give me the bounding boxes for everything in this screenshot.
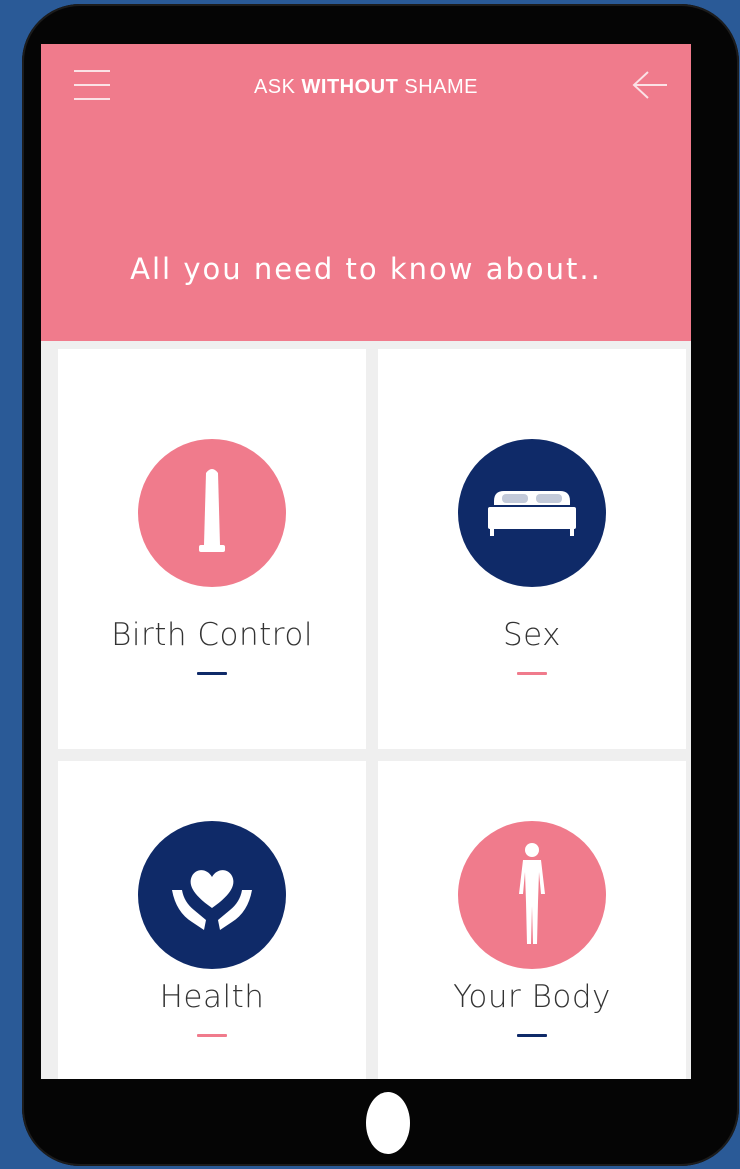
app-logo: ASK WITHOUT SHAME xyxy=(41,76,691,99)
health-icon-circle xyxy=(138,821,286,969)
topic-label: Health xyxy=(159,979,265,1015)
topic-underline xyxy=(517,1034,547,1037)
logo-text-out: OUT xyxy=(354,76,399,98)
condom-icon xyxy=(199,469,225,552)
birth-control-icon-circle xyxy=(138,439,286,587)
topic-label: Your Body xyxy=(453,979,611,1015)
topic-grid: Birth Control Sex Health Your Body xyxy=(41,341,691,1079)
topic-card-sex[interactable]: Sex xyxy=(378,349,686,749)
bed-icon xyxy=(488,491,576,536)
your-body-icon-circle xyxy=(458,821,606,969)
sex-icon-circle xyxy=(458,439,606,587)
home-button[interactable] xyxy=(366,1092,410,1154)
topic-label: Birth Control xyxy=(111,617,313,653)
topic-underline xyxy=(197,672,227,675)
heart-hands-icon xyxy=(172,870,252,930)
logo-text-shame: SHAME xyxy=(398,76,479,98)
logo-text-with: WITH xyxy=(301,76,355,98)
topic-underline xyxy=(517,672,547,675)
human-body-icon xyxy=(519,843,545,944)
topic-label: Sex xyxy=(502,617,562,653)
back-arrow-icon[interactable] xyxy=(631,70,669,100)
app-screen: ASK WITHOUT SHAME All you need to know a… xyxy=(41,44,691,1079)
logo-text-ask: ASK xyxy=(253,76,302,98)
app-header: ASK WITHOUT SHAME All you need to know a… xyxy=(41,44,691,341)
page-subtitle: All you need to know about.. xyxy=(130,252,602,286)
topic-card-health[interactable]: Health xyxy=(58,761,366,1079)
topic-card-your-body[interactable]: Your Body xyxy=(378,761,686,1079)
topic-card-birth-control[interactable]: Birth Control xyxy=(58,349,366,749)
topic-underline xyxy=(197,1034,227,1037)
